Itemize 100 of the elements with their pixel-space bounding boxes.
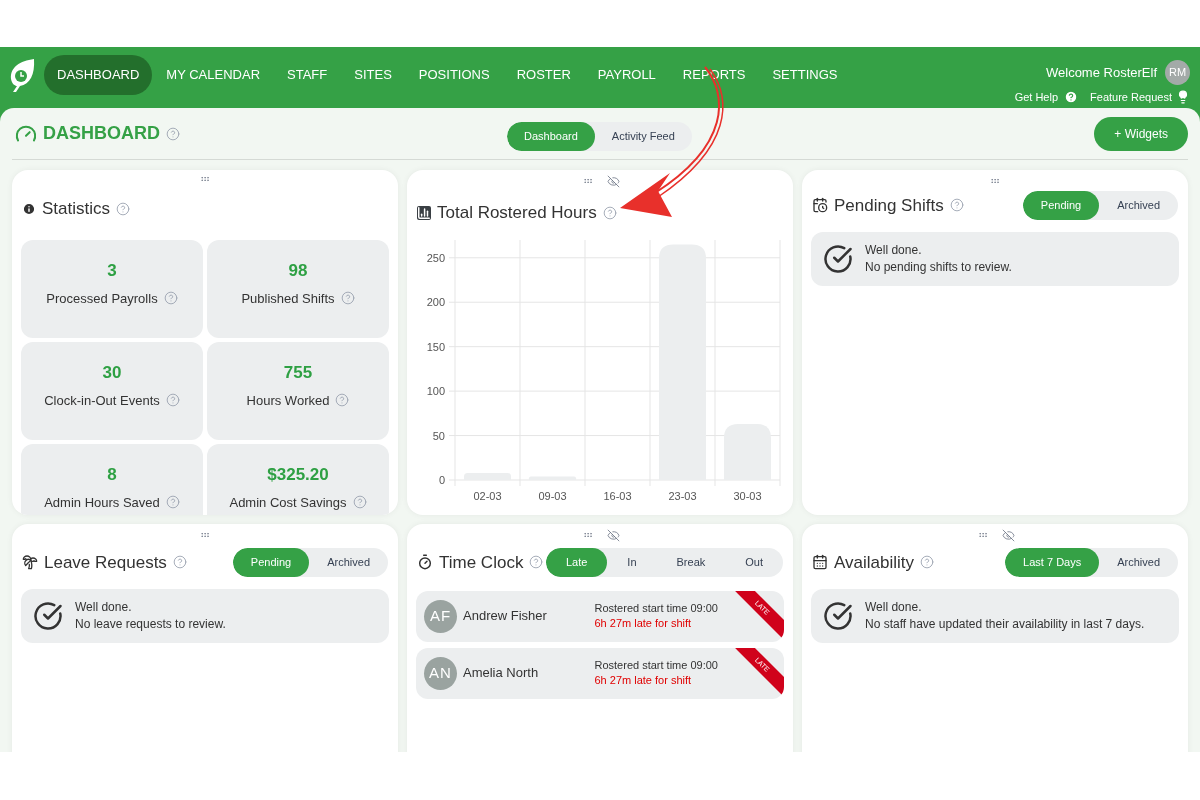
widget-title: Time Clock xyxy=(439,551,524,574)
help-icon[interactable] xyxy=(165,495,180,510)
help-icon[interactable] xyxy=(166,126,180,141)
y-tick-label: 100 xyxy=(426,384,445,397)
calendar-icon xyxy=(812,554,828,571)
nav-item[interactable]: SETTINGS xyxy=(759,55,851,95)
page-title: DASHBOARD xyxy=(43,122,160,145)
nav-item[interactable]: MY CALENDAR xyxy=(153,55,274,95)
help-icon[interactable] xyxy=(352,495,367,510)
x-tick-label: 16-03 xyxy=(603,489,632,502)
widget-title: Availability xyxy=(834,551,914,574)
help-icon[interactable] xyxy=(920,555,934,570)
help-icon[interactable] xyxy=(529,555,544,570)
help-icon[interactable] xyxy=(165,393,180,408)
staff-name: Andrew Fisher xyxy=(463,607,547,626)
stat-value: 30 xyxy=(102,361,122,384)
check-icon xyxy=(823,600,853,631)
lightbulb-icon[interactable] xyxy=(1176,90,1190,105)
help-icon[interactable] xyxy=(116,201,131,216)
staff-avatar: AF xyxy=(424,599,457,633)
nav-item[interactable]: PAYROLL xyxy=(584,55,669,95)
segment-tab[interactable]: Dashboard xyxy=(507,122,595,151)
segment-tab[interactable]: Pending xyxy=(232,548,310,577)
widget-title: Leave Requests xyxy=(44,551,167,574)
nav-item[interactable]: POSITIONS xyxy=(405,55,503,95)
get-help-link[interactable]: Get Help xyxy=(1014,89,1059,106)
message-title: Well done. xyxy=(865,241,923,259)
segment-tab[interactable]: Break xyxy=(656,548,726,577)
stat-value: 8 xyxy=(107,463,117,486)
segment-tab[interactable]: Archived xyxy=(1099,191,1178,220)
stat-label: Admin Cost Savings xyxy=(229,493,347,512)
help-icon[interactable] xyxy=(1064,90,1079,105)
segment-tab[interactable]: Out xyxy=(725,548,783,577)
rostered-time: Rostered start time 09:00 xyxy=(594,601,718,616)
segment-tab[interactable]: Late xyxy=(545,548,608,577)
message-text: No leave requests to review. xyxy=(75,615,226,633)
late-text: 6h 27m late for shift xyxy=(594,616,693,631)
feature-request-link[interactable]: Feature Request xyxy=(1090,89,1172,106)
x-tick-label: 09-03 xyxy=(538,489,567,502)
y-tick-label: 0 xyxy=(438,473,445,486)
palm-tree-icon xyxy=(22,554,38,571)
calendar-clock-icon xyxy=(812,197,828,214)
leaf-clock-logo[interactable] xyxy=(8,57,36,93)
rostered-time: Rostered start time 09:00 xyxy=(594,658,718,673)
help-icon[interactable] xyxy=(949,198,964,213)
segment-tab[interactable]: Archived xyxy=(309,548,388,577)
segment-tab[interactable]: Last 7 Days xyxy=(1005,548,1100,577)
stat-value: $325.20 xyxy=(267,463,329,486)
stat-value: 98 xyxy=(288,259,308,282)
staff-avatar: AN xyxy=(424,656,457,690)
drag-handle-icon[interactable] xyxy=(198,530,212,540)
message-title: Well done. xyxy=(865,598,923,616)
stat-label: Clock-in-Out Events xyxy=(44,391,160,410)
check-icon xyxy=(823,243,853,274)
segment-tab[interactable]: Archived xyxy=(1099,548,1178,577)
late-text: 6h 27m late for shift xyxy=(594,673,693,688)
user-avatar[interactable]: RM xyxy=(1165,60,1190,85)
stat-value: 755 xyxy=(283,361,313,384)
help-icon[interactable] xyxy=(172,555,187,570)
message-title: Well done. xyxy=(75,598,133,616)
help-icon[interactable] xyxy=(340,291,355,306)
y-tick-label: 250 xyxy=(426,251,445,264)
message-text: No pending shifts to review. xyxy=(865,258,1012,276)
widget-title: Total Rostered Hours xyxy=(437,202,597,224)
check-icon xyxy=(33,600,63,631)
drag-handle-icon[interactable] xyxy=(198,174,212,184)
y-tick-label: 50 xyxy=(432,429,445,442)
y-tick-label: 150 xyxy=(426,340,445,353)
help-icon[interactable] xyxy=(335,393,350,408)
segment-tab[interactable]: Activity Feed xyxy=(594,122,692,151)
help-icon[interactable] xyxy=(602,205,617,220)
segment-tab[interactable]: In xyxy=(607,548,657,577)
stat-value: 3 xyxy=(107,259,117,282)
hide-icon[interactable] xyxy=(606,174,620,188)
stat-label: Processed Payrolls xyxy=(46,289,158,308)
x-tick-label: 23-03 xyxy=(668,489,697,502)
nav-item[interactable]: SITES xyxy=(341,55,405,95)
drag-handle-icon[interactable] xyxy=(988,176,1002,186)
hide-icon[interactable] xyxy=(1001,528,1015,542)
nav-item[interactable]: DASHBOARD xyxy=(44,55,153,95)
staff-name: Amelia North xyxy=(463,664,539,683)
x-tick-label: 02-03 xyxy=(473,489,502,502)
stat-label: Published Shifts xyxy=(241,289,335,308)
hide-icon[interactable] xyxy=(606,528,620,542)
nav-item[interactable]: ROSTER xyxy=(503,55,584,95)
nav-item[interactable]: STAFF xyxy=(274,55,341,95)
bar-chart-icon xyxy=(417,205,431,220)
x-tick-label: 30-03 xyxy=(733,489,762,502)
widget-title: Pending Shifts xyxy=(834,194,944,217)
stopwatch-icon xyxy=(417,554,433,571)
widget-title: Statistics xyxy=(42,198,111,220)
help-icon[interactable] xyxy=(163,291,178,306)
message-text: No staff have updated their availability in last 7 days. xyxy=(865,615,1145,633)
segment-tab[interactable]: Pending xyxy=(1022,191,1100,220)
stat-label: Hours Worked xyxy=(246,391,330,410)
info-icon xyxy=(22,201,36,216)
y-tick-label: 200 xyxy=(426,295,445,308)
stat-label: Admin Hours Saved xyxy=(44,493,160,512)
welcome-text: Welcome RosterElf xyxy=(1046,63,1157,82)
add-widgets-button[interactable]: + Widgets xyxy=(1094,116,1188,151)
